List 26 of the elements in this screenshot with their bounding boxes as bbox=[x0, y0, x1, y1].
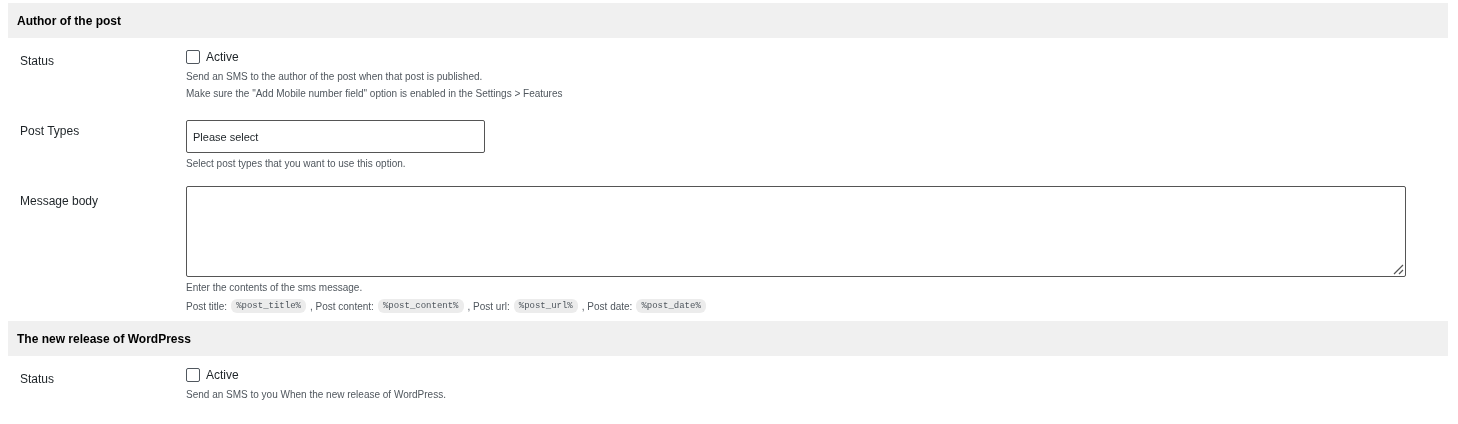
help-text: Send an SMS to you When the new release of WordPress. bbox=[186, 389, 446, 401]
variable-label: , Post content: bbox=[309, 300, 374, 312]
checkbox[interactable] bbox=[186, 368, 200, 382]
field-label: Status bbox=[20, 53, 56, 70]
variable-label: Post title: bbox=[186, 300, 228, 312]
select-field[interactable]: Please select bbox=[186, 120, 485, 153]
field-label: Message body bbox=[20, 193, 100, 210]
field-label: Status bbox=[20, 371, 56, 388]
variable-label: , Post date: bbox=[581, 300, 633, 312]
help-text: Select post types that you want to use this option. bbox=[186, 158, 406, 170]
help-text: Enter the contents of the sms message. bbox=[186, 282, 363, 294]
checkbox-label[interactable]: Active bbox=[206, 368, 239, 382]
message-textarea[interactable] bbox=[186, 186, 1406, 277]
section-title: The new release of WordPress bbox=[17, 331, 191, 346]
field-label: Post Types bbox=[20, 123, 81, 140]
variable-tag: %post_url% bbox=[513, 299, 578, 313]
variable-tag: %post_date% bbox=[636, 299, 706, 313]
variable-label: , Post url: bbox=[467, 300, 510, 312]
variable-tag: %post_content% bbox=[377, 299, 464, 313]
section-title: Author of the post bbox=[17, 13, 121, 28]
help-text: Send an SMS to the author of the post when that post is published. bbox=[186, 71, 483, 83]
checkbox-label[interactable]: Active bbox=[206, 50, 239, 64]
variable-tag: %post_title% bbox=[231, 299, 306, 313]
checkbox[interactable] bbox=[186, 50, 200, 64]
resize-grip-icon[interactable] bbox=[1392, 263, 1404, 275]
help-text: Make sure the "Add Mobile number field" option is enabled in the Settings > Features bbox=[186, 88, 563, 100]
